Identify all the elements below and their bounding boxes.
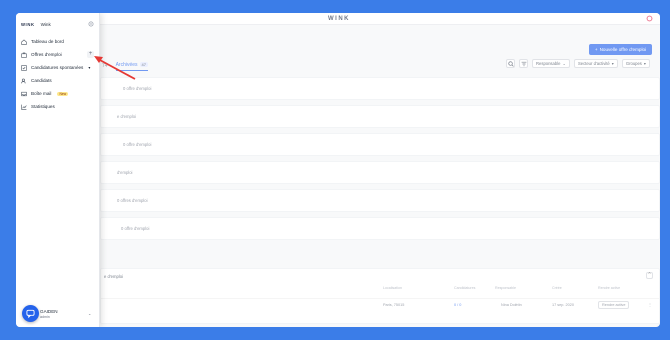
new-badge: New <box>57 91 69 96</box>
dim-overlay <box>16 13 660 327</box>
inbox-icon <box>21 91 27 96</box>
chevron-down-icon: ▾ <box>88 65 91 70</box>
chat-icon <box>26 309 35 318</box>
add-offer-button[interactable]: + <box>87 51 94 58</box>
sidebar-item-job-offers[interactable]: Offres d'emploi + <box>21 48 97 61</box>
user-check-icon <box>21 64 27 71</box>
sidebar-item-statistics[interactable]: Statistiques <box>21 100 97 113</box>
users-icon <box>21 78 26 83</box>
sidebar-item-spontaneous[interactable]: Candidatures spontanées ▾ <box>21 61 97 74</box>
sidebar-item-dashboard[interactable]: Tableau de bord <box>21 35 97 48</box>
chat-button[interactable] <box>22 305 39 322</box>
gear-icon[interactable] <box>88 21 94 27</box>
briefcase-icon <box>21 52 27 58</box>
chevron-down-icon[interactable]: ⌄ <box>88 311 91 316</box>
chart-icon <box>21 104 27 110</box>
sidebar-logo: WINK <box>21 21 35 27</box>
sidebar-header: WINK Wink <box>21 20 95 28</box>
user-role: admin <box>40 315 50 319</box>
sidebar-nav: Tableau de bord Offres d'emploi + Candid… <box>21 35 97 113</box>
user-name[interactable]: GAIDEN <box>40 309 58 314</box>
sidebar-item-mailbox[interactable]: Boîte mail New <box>21 87 97 100</box>
sidebar-item-candidates[interactable]: Candidats <box>21 74 97 87</box>
company-name: Wink <box>40 21 51 27</box>
app-window: WINK + Nouvelle offre d'emploi 74 Archiv… <box>16 13 660 327</box>
sidebar: WINK Wink Tableau de bord Offres d'emplo… <box>16 13 100 327</box>
home-icon <box>21 39 27 45</box>
